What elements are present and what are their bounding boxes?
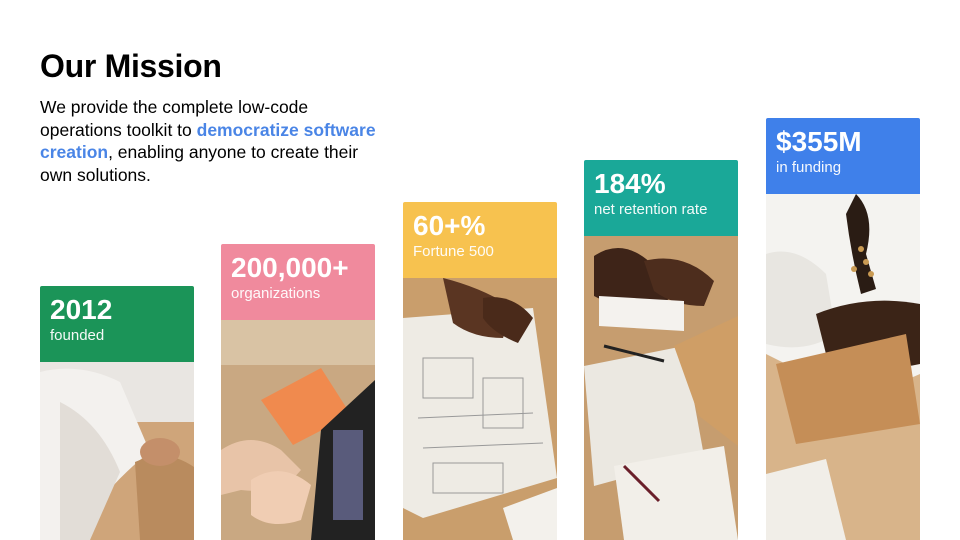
stat-card: $355M in funding [766,118,920,194]
stat-card: 2012 founded [40,286,194,362]
stat-card: 184% net retention rate [584,160,738,236]
stat-value: 200,000+ [231,252,349,283]
stat-column-funding: $355M in funding [766,118,920,540]
stat-column-retention: 184% net retention rate [584,160,738,540]
team-photo [40,362,194,540]
laptop-photo [221,320,375,540]
sketching-photo [403,278,557,540]
portrait-photo [766,194,920,540]
slide-title: Our Mission [40,48,222,84]
stat-label: net retention rate [594,201,708,218]
stat-value: 2012 [50,294,113,325]
mission-statement: We provide the complete low-code operati… [40,96,385,186]
stat-value: 60+% [413,210,486,241]
stat-value: 184% [594,168,666,199]
stat-label: founded [50,327,105,344]
stat-label: Fortune 500 [413,243,494,260]
stat-label: in funding [776,159,842,176]
stat-column-organizations: 200,000+ organizations [221,244,375,540]
notes-photo [584,236,738,540]
stat-column-fortune500: 60+% Fortune 500 [403,202,557,540]
stat-label: organizations [231,285,321,302]
stat-column-founded: 2012 founded [40,286,194,540]
stat-value: $355M [776,126,862,157]
stat-card: 60+% Fortune 500 [403,202,557,278]
stat-card: 200,000+ organizations [221,244,375,320]
